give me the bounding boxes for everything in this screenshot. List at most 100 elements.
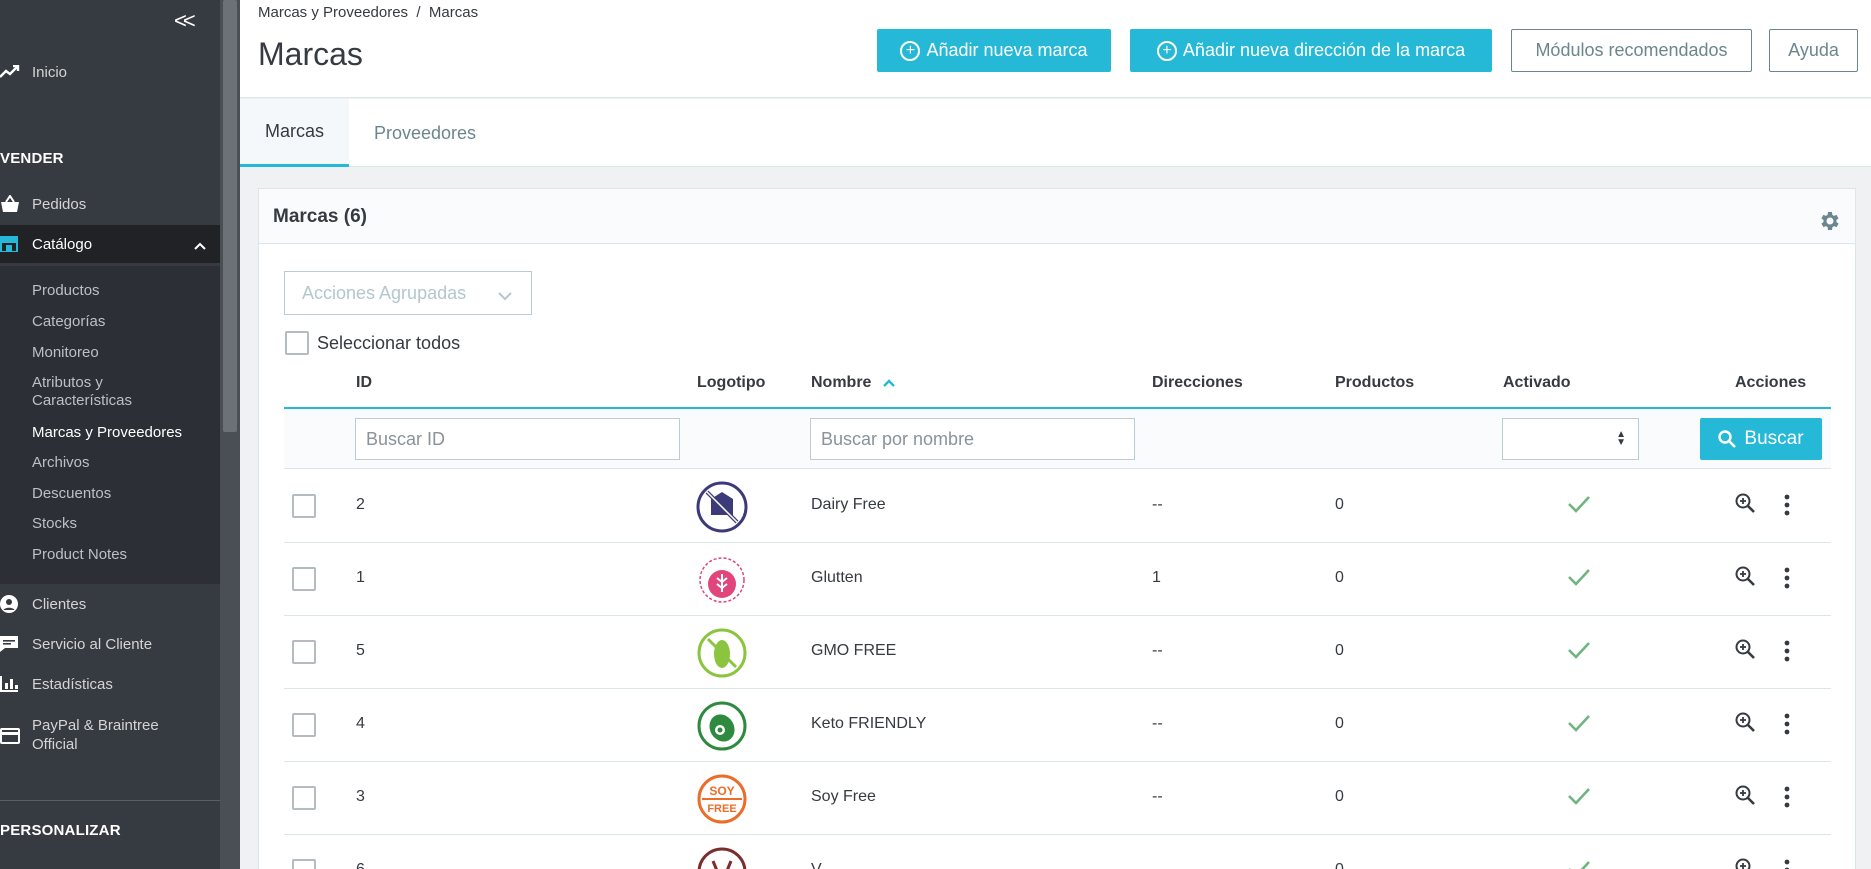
more-actions-icon[interactable]	[1784, 859, 1790, 869]
sidebar-item-stats[interactable]: Estadísticas	[0, 665, 220, 703]
table-row[interactable]: 2 Dairy Free -- 0	[284, 470, 1831, 543]
row-checkbox[interactable]	[292, 494, 316, 518]
cell-addresses: 1	[1152, 569, 1161, 586]
sidebar-collapse-button[interactable]: <<	[174, 8, 196, 34]
more-actions-icon[interactable]	[1784, 713, 1790, 740]
sidebar-item-orders[interactable]: Pedidos	[0, 185, 220, 223]
sidebar-subitem-files[interactable]: Archivos	[32, 454, 90, 472]
cell-id: 1	[356, 569, 365, 586]
bulk-actions-dropdown[interactable]: Acciones Agrupadas	[284, 271, 532, 315]
sidebar-subitem-categories[interactable]: Categorías	[32, 313, 105, 331]
sidebar-section-customize: PERSONALIZAR	[0, 822, 121, 839]
filter-active-select[interactable]: ▲ ▼	[1502, 418, 1639, 460]
active-check-icon[interactable]	[1567, 859, 1591, 869]
cell-addresses: --	[1152, 496, 1163, 513]
credit-card-icon	[0, 716, 32, 744]
more-actions-icon[interactable]	[1784, 494, 1790, 521]
search-button[interactable]: Buscar	[1700, 418, 1822, 460]
add-brand-button[interactable]: + Añadir nueva marca	[877, 29, 1111, 72]
column-header-active[interactable]: Activado	[1503, 374, 1571, 392]
cell-name[interactable]: V	[811, 861, 822, 869]
cell-products: 0	[1335, 642, 1344, 659]
select-all-checkbox[interactable]	[285, 331, 309, 355]
active-check-icon[interactable]	[1567, 494, 1591, 519]
sidebar-item-label: Catálogo	[32, 235, 93, 253]
brand-logo-icon	[696, 846, 748, 869]
sort-ascending-icon[interactable]	[883, 379, 896, 387]
sidebar-scrollbar[interactable]	[220, 0, 240, 869]
column-header-id[interactable]: ID	[356, 374, 372, 392]
sidebar-subitem-brands[interactable]: Marcas y Proveedores	[32, 424, 182, 442]
add-brand-address-button[interactable]: + Añadir nueva dirección de la marca	[1130, 29, 1492, 72]
cell-name[interactable]: Keto FRIENDLY	[811, 715, 926, 733]
brand-logo-icon	[696, 554, 748, 606]
store-icon	[0, 236, 32, 252]
filter-name-input[interactable]	[810, 418, 1135, 460]
cell-name[interactable]: Dairy Free	[811, 496, 886, 514]
active-check-icon[interactable]	[1567, 567, 1591, 592]
column-header-name[interactable]: Nombre	[811, 374, 896, 392]
select-all[interactable]: Seleccionar todos	[285, 331, 460, 355]
tab-suppliers[interactable]: Proveedores	[374, 99, 476, 167]
view-zoom-icon[interactable]	[1734, 784, 1756, 811]
row-checkbox[interactable]	[292, 786, 316, 810]
filter-id-input[interactable]	[355, 418, 680, 460]
table-row[interactable]: 3 SOY FREE Soy Free -- 0	[284, 762, 1831, 835]
sidebar-divider	[0, 800, 220, 801]
more-actions-icon[interactable]	[1784, 786, 1790, 813]
tab-brands[interactable]: Marcas	[240, 99, 349, 167]
row-checkbox[interactable]	[292, 859, 316, 869]
cell-id: 6	[356, 861, 365, 869]
view-zoom-icon[interactable]	[1734, 857, 1756, 869]
view-zoom-icon[interactable]	[1734, 565, 1756, 592]
view-zoom-icon[interactable]	[1734, 711, 1756, 738]
table-row[interactable]: 4 Keto FRIENDLY -- 0	[284, 689, 1831, 762]
sidebar-subitem-attributes[interactable]: Atributos y Características	[32, 374, 182, 410]
plus-circle-icon: +	[1156, 40, 1177, 61]
active-check-icon[interactable]	[1567, 713, 1591, 738]
table-row[interactable]: 5 GMO FREE -- 0	[284, 616, 1831, 689]
sidebar-subitem-stocks[interactable]: Stocks	[32, 515, 77, 533]
sidebar-item-customers[interactable]: Clientes	[0, 585, 220, 623]
help-button[interactable]: Ayuda	[1769, 29, 1858, 72]
sidebar-item-label: Servicio al Cliente	[32, 635, 153, 653]
cell-name[interactable]: Glutten	[811, 569, 863, 587]
view-zoom-icon[interactable]	[1734, 638, 1756, 665]
row-checkbox[interactable]	[292, 713, 316, 737]
sidebar-item-paypal[interactable]: PayPal & Braintree Official	[0, 716, 220, 758]
plus-circle-icon: +	[900, 40, 921, 61]
more-actions-icon[interactable]	[1784, 640, 1790, 667]
scrollbar-thumb[interactable]	[223, 0, 237, 432]
sidebar-item-customer-service[interactable]: Servicio al Cliente	[0, 625, 220, 663]
sidebar-subitem-products[interactable]: Productos	[32, 282, 100, 300]
active-check-icon[interactable]	[1567, 786, 1591, 811]
active-check-icon[interactable]	[1567, 640, 1591, 665]
sidebar-subitem-monitoring[interactable]: Monitoreo	[32, 344, 99, 362]
user-circle-icon	[0, 595, 32, 613]
table-row[interactable]: 1 Glutten 1 0	[284, 543, 1831, 616]
row-checkbox[interactable]	[292, 567, 316, 591]
brand-logo-icon	[696, 481, 748, 533]
sidebar-subitem-discounts[interactable]: Descuentos	[32, 485, 111, 503]
tab-bar: Marcas Proveedores	[240, 99, 1871, 167]
more-actions-icon[interactable]	[1784, 567, 1790, 594]
cell-products: 0	[1335, 569, 1344, 586]
card-title: Marcas (6)	[273, 206, 367, 227]
table-row[interactable]: 6 V 0	[284, 835, 1831, 869]
sidebar-item-home[interactable]: Inicio	[0, 53, 220, 91]
basket-icon	[0, 195, 32, 213]
cell-id: 3	[356, 788, 365, 805]
breadcrumb-parent[interactable]: Marcas y Proveedores	[258, 4, 408, 21]
cell-addresses: --	[1152, 715, 1163, 732]
sidebar-subitem-product-notes[interactable]: Product Notes	[32, 546, 127, 564]
sidebar-item-catalog[interactable]: Catálogo	[0, 225, 220, 263]
view-zoom-icon[interactable]	[1734, 492, 1756, 519]
sidebar-item-label: PayPal & Braintree Official	[32, 717, 159, 753]
cell-id: 4	[356, 715, 365, 732]
cell-name[interactable]: Soy Free	[811, 788, 876, 806]
row-checkbox[interactable]	[292, 640, 316, 664]
gear-icon[interactable]	[1817, 209, 1841, 238]
cell-name[interactable]: GMO FREE	[811, 642, 896, 660]
recommended-modules-button[interactable]: Módulos recomendados	[1511, 29, 1752, 72]
cell-id: 5	[356, 642, 365, 659]
